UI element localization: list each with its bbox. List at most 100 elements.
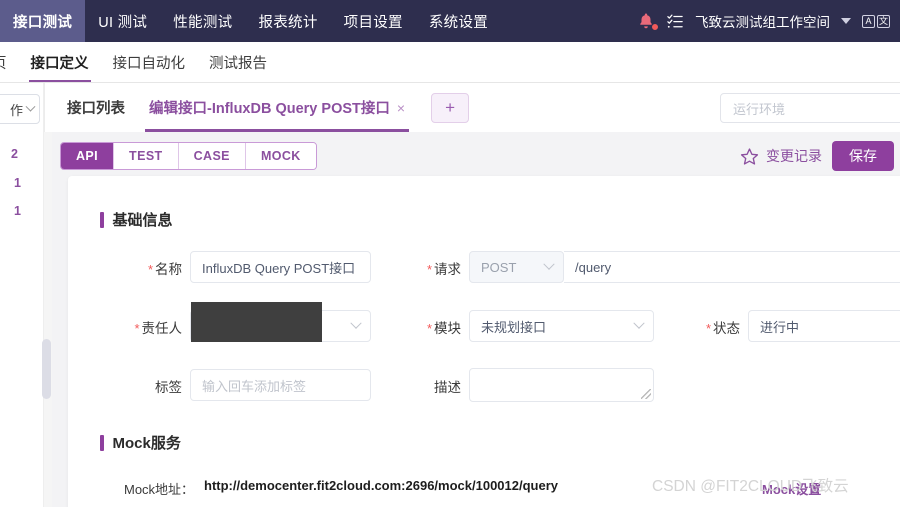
save-button[interactable]: 保存 bbox=[832, 141, 894, 171]
nav-item-label: 报表统计 bbox=[258, 14, 318, 31]
module-select-value: 未规划接口 bbox=[481, 319, 547, 335]
segment-label: MOCK bbox=[260, 149, 301, 163]
nav-item-label: 接口测试 bbox=[13, 14, 73, 31]
tab-api-list[interactable]: 接口列表 bbox=[55, 83, 137, 132]
language-option-en[interactable]: A bbox=[862, 14, 875, 28]
field-label-text: 责任人 bbox=[141, 321, 183, 336]
mock-service-section-title: Mock服务 bbox=[100, 432, 181, 453]
field-label-text: 标签 bbox=[155, 380, 182, 395]
sidebar-collapse-dropdown[interactable]: 作 bbox=[0, 94, 40, 124]
chevron-down-icon bbox=[25, 101, 36, 112]
field-label-text: 模块 bbox=[434, 321, 461, 336]
plus-icon: + bbox=[445, 97, 456, 117]
nav-item-label: UI 测试 bbox=[98, 14, 148, 31]
task-list-icon[interactable] bbox=[666, 13, 684, 30]
method-field-label: * 请求 bbox=[399, 258, 461, 278]
section-accent-bar bbox=[100, 211, 104, 228]
change-log-label: 变更记录 bbox=[766, 148, 822, 164]
subnav-item-home-clipped[interactable]: 页 bbox=[0, 42, 19, 82]
top-navigation-bar: 接口测试 UI 测试 性能测试 报表统计 项目设置 系统设置 飞致云测试组工作空… bbox=[0, 0, 900, 42]
api-definition-card: 基础信息 * 名称 InfluxDB Query POST接口 * 请求 POST … bbox=[68, 176, 900, 507]
app-window: 接口测试 UI 测试 性能测试 报表统计 项目设置 系统设置 飞致云测试组工作空… bbox=[0, 0, 900, 507]
method-select[interactable]: POST bbox=[469, 251, 564, 283]
required-asterisk: * bbox=[134, 321, 140, 336]
editor-tab-strip: 接口列表 编辑接口-InfluxDB Query POST接口 × + 运行环境 bbox=[44, 83, 900, 132]
field-label-text: 描述 bbox=[434, 380, 461, 395]
name-input-value: InfluxDB Query POST接口 bbox=[202, 260, 356, 276]
mock-address-label: Mock地址： bbox=[124, 482, 195, 497]
owner-redacted-block bbox=[191, 302, 322, 342]
sidebar-resize-handle[interactable] bbox=[42, 339, 51, 399]
nav-item-label: 项目设置 bbox=[343, 14, 403, 31]
status-field-label: * 状态 bbox=[678, 317, 740, 337]
field-label-text: 状态 bbox=[713, 321, 740, 336]
tag-field-label: 标签 bbox=[120, 376, 182, 396]
segment-test[interactable]: TEST bbox=[114, 143, 179, 169]
top-nav-items: 接口测试 UI 测试 性能测试 报表统计 项目设置 系统设置 bbox=[0, 0, 501, 42]
nav-item-project-settings[interactable]: 项目设置 bbox=[331, 0, 416, 42]
subnav-item-label: 接口定义 bbox=[30, 55, 89, 72]
sidebar-count-3: 1 bbox=[14, 204, 21, 218]
workspace-name[interactable]: 飞致云测试组工作空间 bbox=[695, 11, 830, 31]
segment-case[interactable]: CASE bbox=[178, 143, 246, 169]
sidebar-count-1: 2 bbox=[11, 147, 18, 161]
required-asterisk: * bbox=[147, 262, 153, 277]
notification-bell-button[interactable] bbox=[637, 12, 659, 31]
sub-navigation-bar: 页 接口定义 接口自动化 测试报告 bbox=[0, 42, 900, 83]
status-select[interactable]: 进行中 bbox=[748, 310, 900, 342]
subnav-item-api-definition[interactable]: 接口定义 bbox=[19, 42, 101, 82]
subnav-item-label: 接口自动化 bbox=[112, 55, 186, 72]
environment-select[interactable]: 运行环境 bbox=[720, 93, 900, 123]
tab-label: 接口列表 bbox=[67, 101, 125, 117]
change-log-button[interactable]: 变更记录 bbox=[740, 146, 822, 166]
chevron-down-icon bbox=[350, 317, 362, 329]
environment-placeholder: 运行环境 bbox=[733, 101, 786, 117]
path-input[interactable]: /query bbox=[564, 251, 900, 283]
nav-item-label: 性能测试 bbox=[173, 14, 233, 31]
segment-mock[interactable]: MOCK bbox=[245, 143, 316, 169]
tag-input-placeholder: 输入回车添加标签 bbox=[202, 378, 307, 394]
owner-select[interactable] bbox=[190, 302, 371, 342]
nav-item-label: 系统设置 bbox=[428, 14, 489, 31]
nav-item-report-stats[interactable]: 报表统计 bbox=[245, 0, 330, 42]
description-textarea[interactable] bbox=[469, 368, 654, 402]
mock-address-value: http://democenter.fit2cloud.com:2696/moc… bbox=[204, 478, 559, 493]
left-sidebar-rail: 作 2 1 1 bbox=[0, 83, 51, 507]
chevron-down-icon[interactable] bbox=[841, 18, 851, 24]
subnav-item-label: 测试报告 bbox=[209, 55, 267, 72]
module-field-label: * 模块 bbox=[399, 317, 461, 337]
tab-label: 编辑接口-InfluxDB Query POST接口 bbox=[149, 101, 390, 117]
sidebar-count-2: 1 bbox=[14, 176, 21, 190]
chevron-down-icon bbox=[633, 317, 645, 329]
language-switcher[interactable]: A 文 bbox=[862, 14, 890, 28]
language-option-zh[interactable]: 文 bbox=[877, 14, 890, 28]
segment-label: TEST bbox=[129, 149, 163, 163]
mock-settings-link[interactable]: Mock设置 bbox=[762, 479, 821, 498]
required-asterisk: * bbox=[426, 262, 432, 277]
basic-info-section-title: 基础信息 bbox=[100, 209, 173, 230]
status-select-value: 进行中 bbox=[760, 319, 800, 335]
nav-item-performance-test[interactable]: 性能测试 bbox=[160, 0, 245, 42]
close-icon[interactable]: × bbox=[397, 100, 405, 116]
api-toolbar: API TEST CASE MOCK 变更记录 保存 bbox=[60, 134, 900, 178]
nav-item-ui-test[interactable]: UI 测试 bbox=[85, 0, 160, 42]
subnav-item-label: 页 bbox=[0, 52, 7, 73]
section-title-label: Mock服务 bbox=[112, 435, 181, 452]
add-tab-button[interactable]: + bbox=[431, 92, 470, 123]
subnav-item-api-automation[interactable]: 接口自动化 bbox=[101, 42, 198, 82]
name-input[interactable]: InfluxDB Query POST接口 bbox=[190, 251, 371, 283]
nav-item-system-settings[interactable]: 系统设置 bbox=[416, 0, 501, 42]
description-field-label: 描述 bbox=[399, 376, 461, 396]
chevron-down-icon bbox=[543, 258, 555, 270]
nav-item-api-test[interactable]: 接口测试 bbox=[0, 0, 86, 42]
segment-label: API bbox=[76, 149, 99, 163]
api-toolbar-actions: 变更记录 保存 bbox=[740, 141, 900, 171]
module-select[interactable]: 未规划接口 bbox=[469, 310, 654, 342]
top-nav-actions: 飞致云测试组工作空间 A 文 bbox=[637, 0, 900, 42]
subnav-item-test-report[interactable]: 测试报告 bbox=[197, 42, 279, 82]
segment-api[interactable]: API bbox=[61, 143, 115, 169]
tab-edit-api-influxdb-query-post[interactable]: 编辑接口-InfluxDB Query POST接口 × bbox=[137, 83, 417, 132]
owner-field-label: * 责任人 bbox=[108, 317, 182, 337]
sidebar-collapse-label: 作 bbox=[9, 102, 23, 118]
tag-input[interactable]: 输入回车添加标签 bbox=[190, 369, 371, 401]
